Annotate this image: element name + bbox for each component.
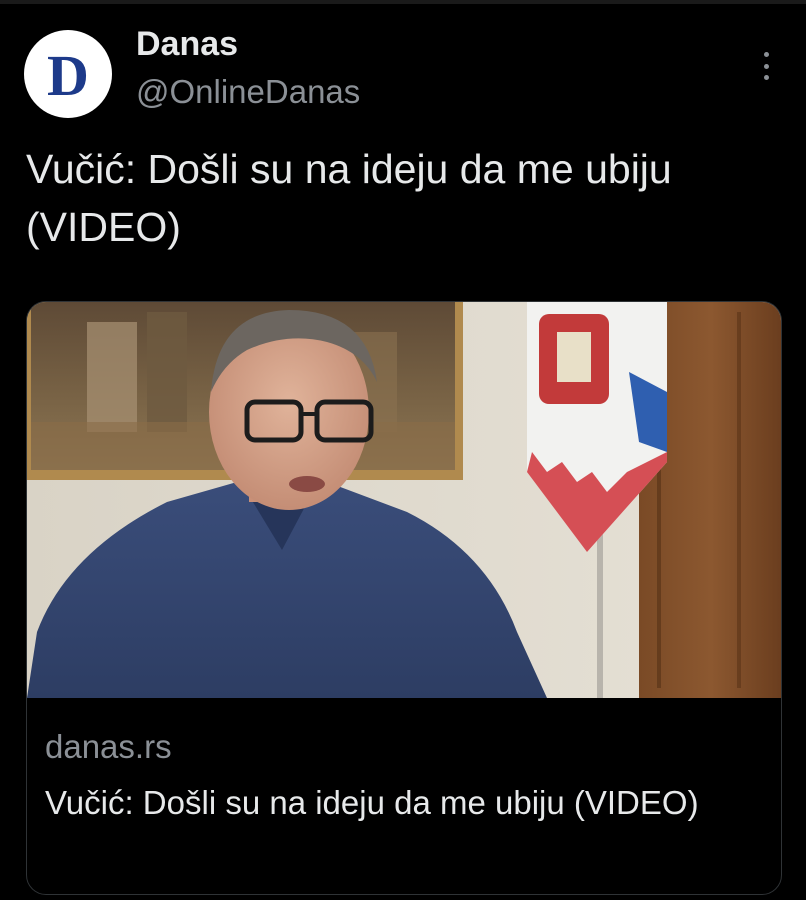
more-dot (763, 52, 769, 57)
more-dot (763, 75, 769, 80)
tweet-text: Vučić: Došli su na ideju da me ubiju (VI… (26, 146, 672, 250)
link-card-domain: danas.rs (45, 728, 172, 765)
link-card[interactable]: danas.rs Vučić: Došli su na ideju da me … (26, 301, 782, 895)
link-card-title: Vučić: Došli su na ideju da me ubiju (VI… (45, 784, 699, 821)
more-dot (763, 63, 769, 69)
link-card-image (27, 302, 781, 698)
avatar[interactable]: D (24, 30, 112, 118)
avatar-logo-letter: D (47, 43, 89, 108)
more-vertical-icon[interactable] (752, 48, 780, 84)
display-name[interactable]: Danas (136, 24, 238, 64)
user-handle[interactable]: @OnlineDanas (136, 72, 360, 112)
divider (0, 0, 806, 4)
tweet[interactable]: D Danas @OnlineDanas Vučić: Došli su na … (0, 0, 806, 900)
